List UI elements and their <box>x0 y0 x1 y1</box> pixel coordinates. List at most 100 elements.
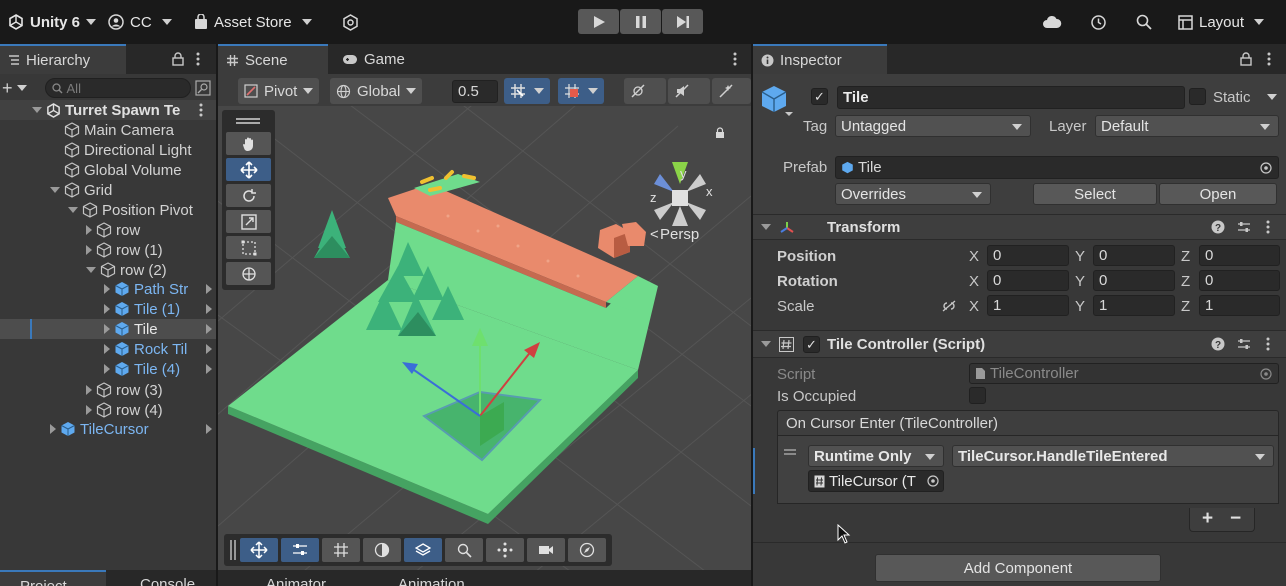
drag-handle-line[interactable] <box>236 122 260 124</box>
snap-increment-field[interactable]: 0.5 <box>452 80 498 103</box>
open-prefab-arrow-icon[interactable] <box>206 364 212 374</box>
foldout-arrow-icon[interactable] <box>761 341 771 347</box>
hierarchy-search-field[interactable]: All <box>44 78 191 98</box>
persp-label[interactable]: < Persp <box>650 226 699 243</box>
presets-sliders-icon[interactable] <box>1237 337 1251 351</box>
version-control-button[interactable] <box>342 0 359 44</box>
pivot-dropdown[interactable]: Pivot <box>238 78 320 104</box>
gizmo-lock-icon[interactable] <box>716 127 724 138</box>
scale-z-field[interactable]: 1 <box>1199 295 1280 316</box>
rotation-x-label[interactable]: X <box>969 273 979 290</box>
add-component-button[interactable]: Add Component <box>875 554 1161 582</box>
lock-icon[interactable] <box>172 52 184 66</box>
position-z-field[interactable]: 0 <box>1199 245 1280 266</box>
step-button[interactable] <box>662 9 703 34</box>
account-menu[interactable]: CC <box>108 0 172 44</box>
scale-x-label[interactable]: X <box>969 298 979 315</box>
tree-item-tile-4[interactable]: Tile (4) <box>104 359 216 379</box>
tree-item-row-3[interactable]: row (3) <box>86 380 163 400</box>
collapsed-arrow-icon[interactable] <box>104 284 110 294</box>
overlay-settings-button[interactable] <box>281 538 319 562</box>
open-prefab-arrow-icon[interactable] <box>206 344 212 354</box>
panel-splitter[interactable] <box>216 44 218 586</box>
tab-project[interactable]: Project <box>0 570 106 586</box>
foldout-arrow-icon[interactable] <box>761 224 771 230</box>
kebab-menu-icon[interactable] <box>732 52 738 66</box>
cloud-button[interactable] <box>1042 0 1062 44</box>
object-picker-icon[interactable] <box>927 475 939 487</box>
lighting-toggle[interactable] <box>624 78 666 104</box>
rotate-tool-button[interactable] <box>226 184 271 207</box>
runtime-dropdown[interactable]: Runtime Only <box>808 445 944 467</box>
tile-controller-header[interactable]: ✓ Tile Controller (Script) ? <box>753 330 1286 358</box>
overlay-camera-button[interactable] <box>527 538 565 562</box>
collapsed-arrow-icon[interactable] <box>50 424 56 434</box>
prefab-field[interactable]: Tile <box>835 156 1279 179</box>
kebab-menu-icon[interactable] <box>1265 220 1271 234</box>
add-icon[interactable]: + <box>2 78 13 99</box>
constrain-proportions-icon[interactable] <box>941 299 957 313</box>
transform-header[interactable]: Transform ? <box>753 214 1286 240</box>
scale-tool-button[interactable] <box>226 210 271 233</box>
rotation-y-field[interactable]: 0 <box>1093 270 1175 291</box>
overlay-move-button[interactable] <box>240 538 278 562</box>
overlay-compass-button[interactable] <box>568 538 606 562</box>
active-checkbox[interactable]: ✓ <box>811 88 828 105</box>
open-prefab-arrow-icon[interactable] <box>206 424 212 434</box>
tree-item-tile-cursor[interactable]: TileCursor <box>50 419 216 439</box>
reorder-handle-line[interactable] <box>784 453 796 455</box>
rotation-z-label[interactable]: Z <box>1181 273 1190 290</box>
object-name-field[interactable]: Tile <box>837 86 1185 109</box>
tab-hierarchy[interactable]: Hierarchy <box>0 44 126 74</box>
position-x-label[interactable]: X <box>969 248 979 265</box>
tree-item-row-1[interactable]: row (1) <box>86 240 163 260</box>
tree-scene-root[interactable]: Turret Spawn Te <box>0 100 216 120</box>
overlay-grid-button[interactable] <box>322 538 360 562</box>
rotation-x-field[interactable]: 0 <box>987 270 1069 291</box>
tree-item-path-str[interactable]: Path Str <box>104 279 216 299</box>
tree-item-row[interactable]: row <box>86 220 140 240</box>
remove-item-button[interactable]: − <box>1230 508 1241 530</box>
layer-dropdown[interactable]: Default <box>1095 115 1279 137</box>
history-button[interactable] <box>1090 0 1107 44</box>
open-button[interactable]: Open <box>1159 183 1277 205</box>
audio-toggle[interactable] <box>668 78 710 104</box>
collapsed-arrow-icon[interactable] <box>104 324 110 334</box>
play-button[interactable] <box>578 9 619 34</box>
overlay-layers-button[interactable] <box>404 538 442 562</box>
hand-tool-button[interactable] <box>226 132 271 155</box>
layout-menu[interactable]: Layout <box>1178 0 1265 44</box>
tree-item-global-volume[interactable]: Global Volume <box>64 160 182 180</box>
search-button[interactable] <box>1136 0 1152 44</box>
tree-item-tile-selected[interactable]: Tile <box>0 319 216 339</box>
tree-item-position-pivot[interactable]: Position Pivot <box>68 200 193 220</box>
global-dropdown[interactable]: Global <box>330 78 423 104</box>
collapsed-arrow-icon[interactable] <box>86 245 92 255</box>
tab-inspector[interactable]: Inspector <box>753 44 887 74</box>
scale-x-field[interactable]: 1 <box>987 295 1069 316</box>
add-item-button[interactable]: + <box>1202 508 1213 530</box>
static-checkbox[interactable] <box>1189 88 1206 105</box>
overlay-drag-handle[interactable] <box>230 540 232 560</box>
tree-item-tile-1[interactable]: Tile (1) <box>104 299 216 319</box>
collapsed-arrow-icon[interactable] <box>86 385 92 395</box>
tree-item-row-4[interactable]: row (4) <box>86 400 163 420</box>
expand-arrow-icon[interactable] <box>68 207 78 213</box>
move-tool-button[interactable] <box>226 158 271 181</box>
select-button[interactable]: Select <box>1033 183 1157 205</box>
open-prefab-arrow-icon[interactable] <box>206 324 212 334</box>
grid-snap-toggle[interactable] <box>504 78 550 104</box>
presets-sliders-icon[interactable] <box>1237 220 1251 234</box>
overlay-shading-button[interactable] <box>363 538 401 562</box>
scale-y-field[interactable]: 1 <box>1093 295 1175 316</box>
rect-tool-button[interactable] <box>226 236 271 259</box>
asset-store-menu[interactable]: Asset Store <box>194 0 312 44</box>
expand-arrow-icon[interactable] <box>50 187 60 193</box>
handler-dropdown[interactable]: TileCursor.HandleTileEntered <box>952 445 1274 467</box>
reorder-handle[interactable] <box>784 449 796 451</box>
event-target-field[interactable]: TileCursor (T <box>808 470 944 492</box>
panel-splitter[interactable] <box>751 44 753 586</box>
help-icon[interactable]: ? <box>1211 220 1225 234</box>
tree-item-directional-light[interactable]: Directional Light <box>64 140 192 160</box>
static-dropdown-icon[interactable] <box>1267 94 1277 100</box>
